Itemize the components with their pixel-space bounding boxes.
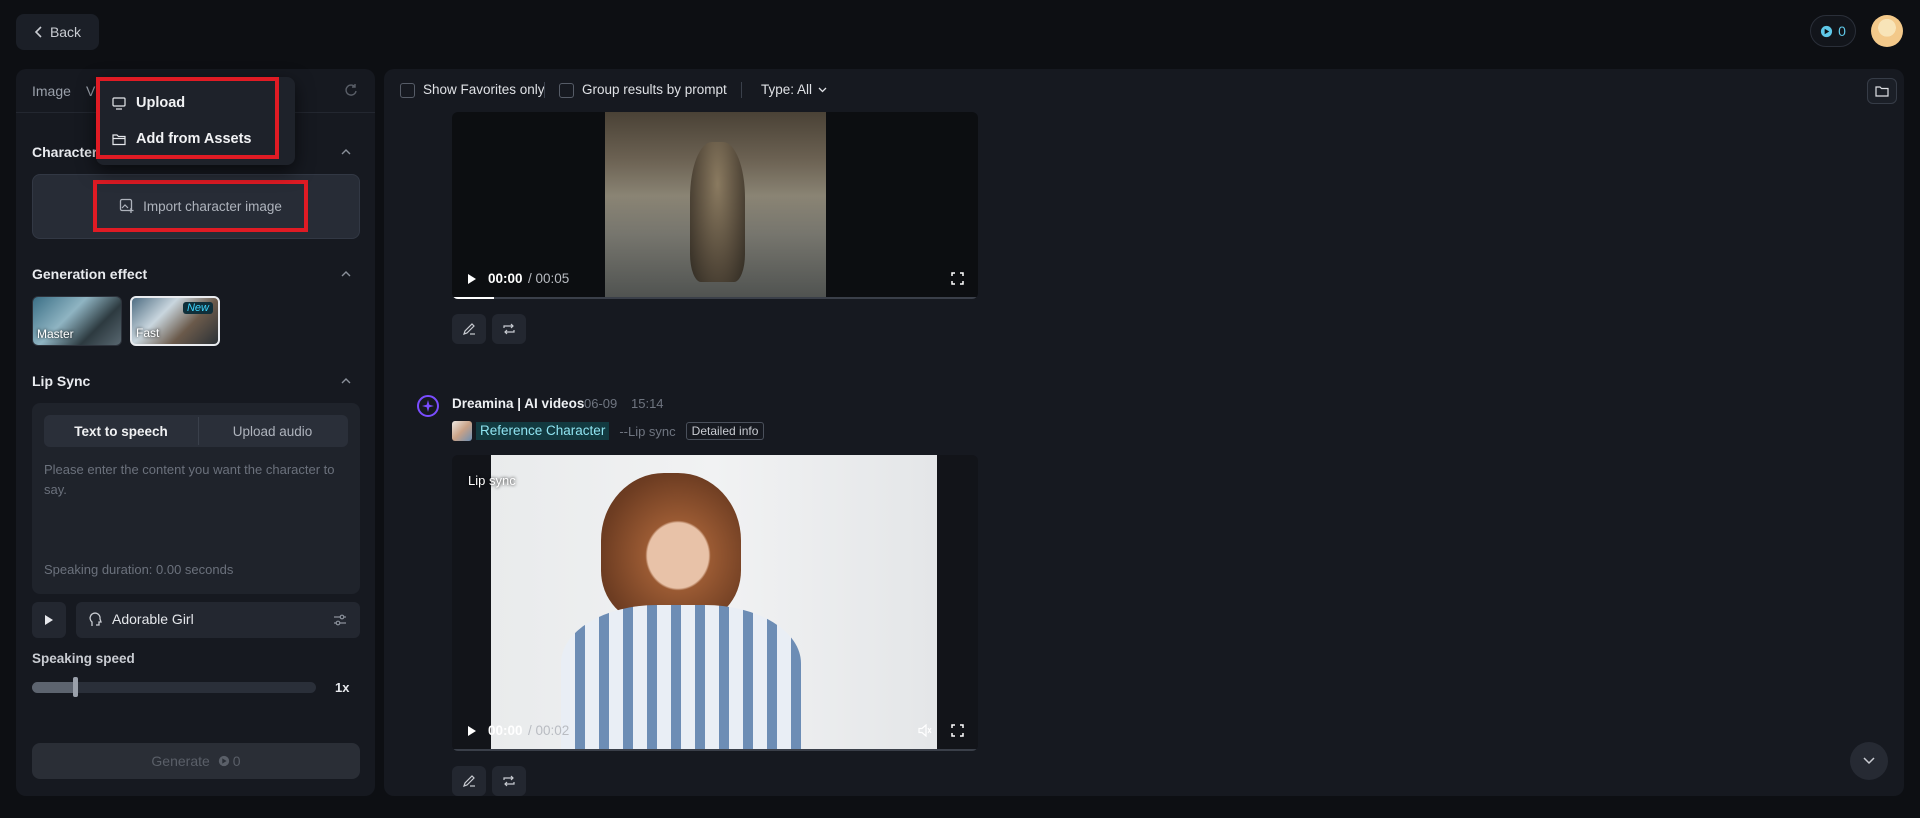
menu-item-add-from-assets[interactable]: Add from Assets bbox=[112, 131, 251, 147]
voice-preview-button[interactable] bbox=[32, 602, 66, 638]
favorites-label: Show Favorites only bbox=[423, 82, 545, 97]
reset-icon[interactable] bbox=[344, 83, 358, 97]
edit-button[interactable] bbox=[452, 314, 486, 344]
effect-master[interactable]: Master bbox=[32, 296, 122, 346]
effect-fast[interactable]: New Fast bbox=[130, 296, 220, 346]
prompt-line: Reference Character --Lip sync Detailed … bbox=[452, 421, 765, 441]
character-title: Character bbox=[32, 144, 98, 160]
voice-head-icon bbox=[89, 612, 102, 626]
speaking-duration: Speaking duration: 0.00 seconds bbox=[44, 562, 234, 577]
video1-total-time: / 00:05 bbox=[528, 271, 570, 286]
regenerate-button[interactable] bbox=[492, 766, 526, 796]
import-label: Import character image bbox=[143, 198, 282, 214]
chevron-down-icon bbox=[1863, 757, 1875, 765]
video2-current-time: 00:00 bbox=[488, 723, 523, 738]
regenerate-button[interactable] bbox=[492, 314, 526, 344]
play-icon bbox=[45, 615, 53, 625]
chevron-up-icon[interactable] bbox=[341, 269, 351, 279]
play-icon[interactable] bbox=[467, 273, 477, 285]
video-player-1[interactable]: 00:00 / 00:05 bbox=[452, 112, 978, 299]
generate-button[interactable]: Generate 0 bbox=[32, 743, 360, 779]
tab-image[interactable]: Image bbox=[32, 83, 71, 99]
progress-fill bbox=[452, 297, 494, 299]
tab-text-to-speech[interactable]: Text to speech bbox=[46, 417, 196, 445]
monitor-icon bbox=[112, 96, 126, 110]
scroll-down-button[interactable] bbox=[1850, 742, 1888, 780]
user-avatar[interactable] bbox=[1871, 15, 1903, 47]
chevron-left-icon bbox=[34, 26, 42, 38]
edit-button[interactable] bbox=[452, 766, 486, 796]
video-thumbnail-woman bbox=[491, 455, 937, 751]
type-filter[interactable]: Type: All bbox=[761, 82, 827, 97]
speed-slider-fill bbox=[32, 682, 75, 693]
lip-sync-overlay-label: Lip sync bbox=[468, 473, 516, 488]
striped-shirt bbox=[561, 605, 801, 751]
progress-track[interactable] bbox=[452, 297, 978, 299]
lip-sync-mode: --Lip sync bbox=[619, 423, 676, 439]
speaking-speed-label: Speaking speed bbox=[32, 651, 135, 666]
pencil-icon bbox=[463, 775, 475, 787]
reference-character-chip[interactable]: Reference Character bbox=[476, 422, 610, 440]
generate-label: Generate bbox=[151, 753, 210, 769]
divider bbox=[544, 82, 545, 98]
divider bbox=[741, 82, 742, 98]
effect-fast-label: Fast bbox=[136, 326, 160, 340]
new-badge: New bbox=[182, 302, 213, 314]
volume-icon[interactable] bbox=[918, 724, 932, 737]
credits-badge[interactable]: 0 bbox=[1810, 15, 1856, 47]
progress-track[interactable] bbox=[452, 749, 978, 751]
favorites-checkbox[interactable] bbox=[400, 83, 415, 98]
folder-icon bbox=[112, 133, 126, 145]
upload-label: Upload bbox=[136, 95, 186, 111]
pencil-icon bbox=[463, 323, 475, 335]
settings-sliders-icon[interactable] bbox=[333, 613, 347, 627]
cat-shape bbox=[690, 142, 745, 282]
reference-thumbnail bbox=[452, 421, 472, 441]
video2-total-time: / 00:02 bbox=[528, 723, 570, 738]
menu-item-upload[interactable]: Upload bbox=[112, 95, 185, 111]
generate-cost: 0 bbox=[232, 753, 241, 769]
video1-current-time: 00:00 bbox=[488, 271, 523, 286]
agent-name: Dreamina | AI videos bbox=[452, 396, 585, 411]
voice-name: Adorable Girl bbox=[112, 611, 194, 627]
chevron-up-icon[interactable] bbox=[341, 147, 351, 157]
woman-head bbox=[601, 473, 741, 623]
detailed-info-button[interactable]: Detailed info bbox=[685, 422, 765, 440]
speed-value: 1x bbox=[335, 680, 350, 695]
effect-master-label: Master bbox=[37, 327, 74, 341]
lip-sync-title: Lip Sync bbox=[32, 373, 91, 389]
group-label: Group results by prompt bbox=[582, 82, 727, 97]
fullscreen-icon[interactable] bbox=[951, 724, 964, 737]
credit-icon bbox=[1821, 25, 1833, 37]
fullscreen-icon[interactable] bbox=[951, 272, 964, 285]
tab-upload-audio[interactable]: Upload audio bbox=[198, 417, 346, 445]
group-checkbox[interactable] bbox=[559, 83, 574, 98]
image-add-icon bbox=[119, 198, 134, 213]
dreamina-logo-icon bbox=[417, 395, 439, 417]
import-character-button[interactable]: Import character image bbox=[93, 180, 308, 232]
play-icon[interactable] bbox=[467, 725, 477, 737]
credits-count: 0 bbox=[1838, 23, 1846, 39]
repeat-icon bbox=[503, 775, 515, 787]
assets-folder-button[interactable] bbox=[1867, 78, 1897, 104]
entry-time: 15:14 bbox=[631, 396, 664, 411]
chevron-up-icon[interactable] bbox=[341, 376, 351, 386]
assets-label: Add from Assets bbox=[136, 131, 252, 147]
video-thumbnail-cat bbox=[605, 112, 826, 299]
speed-slider-handle[interactable] bbox=[73, 677, 78, 697]
chevron-down-icon bbox=[818, 87, 827, 92]
generation-effect-title: Generation effect bbox=[32, 266, 148, 282]
back-label: Back bbox=[49, 24, 82, 40]
back-button[interactable]: Back bbox=[16, 14, 99, 50]
speech-text-input[interactable]: Please enter the content you want the ch… bbox=[44, 460, 348, 500]
credit-icon bbox=[218, 755, 229, 767]
type-filter-label: Type: All bbox=[761, 82, 813, 97]
video-player-2[interactable]: Lip sync 00:00 / 00:02 bbox=[452, 455, 978, 751]
folder-icon bbox=[1875, 86, 1889, 97]
repeat-icon bbox=[503, 323, 515, 335]
entry-date: 06-09 bbox=[584, 396, 618, 411]
